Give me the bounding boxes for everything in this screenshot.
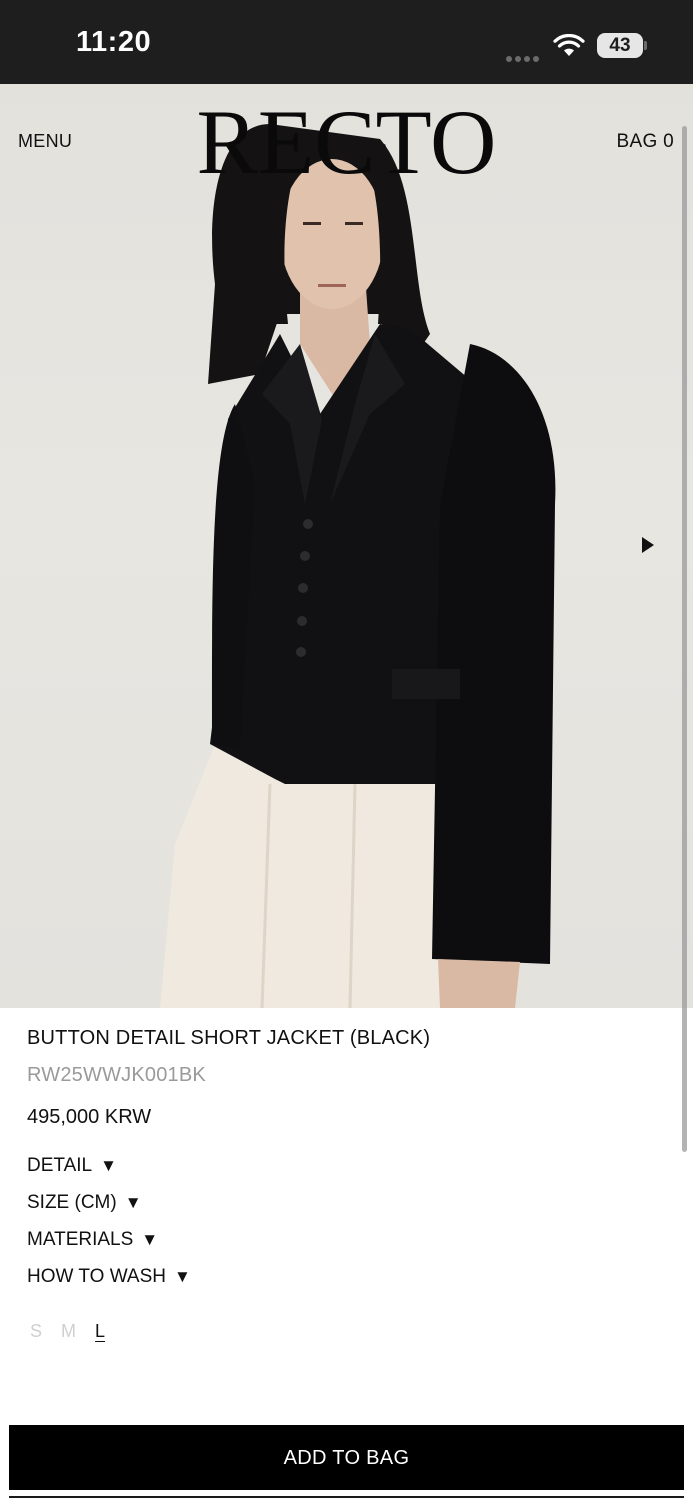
accordion-materials[interactable]: MATERIALS ▼	[27, 1229, 158, 1251]
caret-down-icon: ▼	[141, 1230, 159, 1249]
triangle-right-icon[interactable]	[642, 537, 654, 553]
battery-tip	[644, 41, 647, 50]
product-page: 11:20 43 MENU RECTO BAG 0 BUTTON DETAIL …	[0, 0, 693, 1500]
bag-button[interactable]: BAG 0	[617, 131, 674, 153]
caret-down-icon: ▼	[124, 1193, 142, 1212]
size-option-s[interactable]: S	[30, 1321, 42, 1342]
caret-down-icon: ▼	[173, 1267, 191, 1286]
product-title: BUTTON DETAIL SHORT JACKET (BLACK)	[27, 1027, 431, 1049]
accordion-label: SIZE (CM)	[27, 1192, 117, 1213]
size-option-m[interactable]: M	[61, 1321, 76, 1342]
accordion-size[interactable]: SIZE (CM) ▼	[27, 1192, 142, 1214]
accordion-label: MATERIALS	[27, 1229, 134, 1250]
status-bar: 11:20 43	[0, 0, 693, 84]
caret-down-icon: ▼	[100, 1156, 117, 1175]
wifi-icon	[553, 33, 585, 58]
accordion-label: DETAIL	[27, 1155, 93, 1176]
signal-dots-icon	[506, 49, 544, 62]
accordion-label: HOW TO WASH	[27, 1266, 166, 1287]
battery-icon: 43	[597, 33, 643, 58]
product-price: 495,000 KRW	[27, 1106, 152, 1128]
scrollbar[interactable]	[682, 126, 687, 1152]
product-image[interactable]	[0, 84, 693, 1008]
size-option-l[interactable]: L	[95, 1321, 105, 1342]
accordion-detail[interactable]: DETAIL ▼	[27, 1155, 117, 1177]
status-time: 11:20	[76, 26, 152, 58]
divider	[9, 1496, 684, 1498]
accordion-how-to-wash[interactable]: HOW TO WASH ▼	[27, 1266, 191, 1288]
add-to-bag-button[interactable]: ADD TO BAG	[9, 1425, 684, 1490]
menu-button[interactable]: MENU	[18, 131, 72, 152]
model-illustration	[160, 124, 556, 1008]
size-selector: S M L	[30, 1321, 119, 1342]
product-sku: RW25WWJK001BK	[27, 1064, 206, 1086]
